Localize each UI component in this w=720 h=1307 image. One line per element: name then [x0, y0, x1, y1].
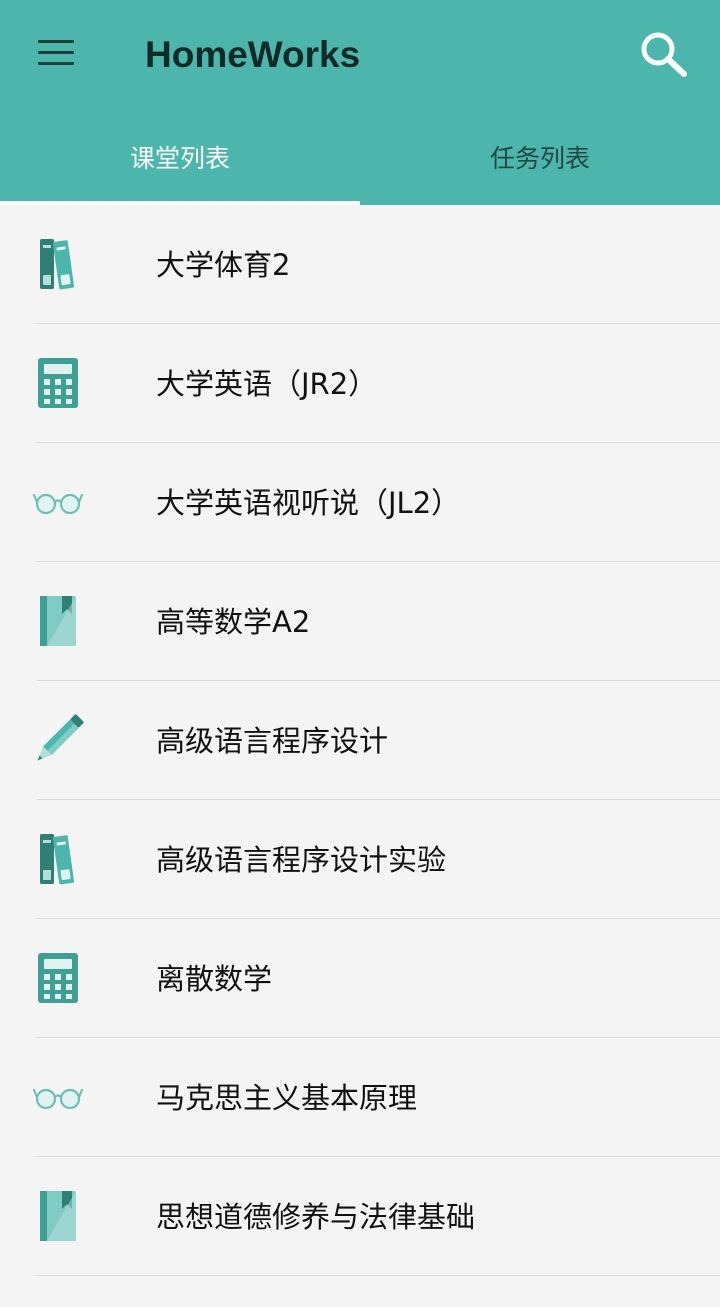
course-list-item[interactable]: 大学英语（JR2） [0, 324, 720, 443]
menu-icon[interactable] [36, 38, 76, 68]
calculator-icon [32, 354, 84, 412]
course-list-item[interactable]: 高级语言程序设计实验 [0, 800, 720, 919]
course-name: 高级语言程序设计实验 [156, 843, 447, 877]
calculator-icon [32, 949, 84, 1007]
course-name: 马克思主义基本原理 [156, 1081, 418, 1115]
course-name: 思想道德修养与法律基础 [156, 1200, 476, 1234]
course-list-item[interactable]: 思想道德修养与法律基础 [0, 1157, 720, 1276]
notebook-icon [32, 592, 84, 650]
course-name: 离散数学 [156, 962, 273, 996]
glasses-icon [32, 1068, 84, 1126]
course-list-item[interactable]: 马克思主义基本原理 [0, 1038, 720, 1157]
course-name: 大学体育2 [156, 248, 291, 282]
books-icon [32, 235, 84, 293]
course-list-item[interactable]: 大学英语视听说（JL2） [0, 443, 720, 562]
app-bar: HomeWorks 课堂列表 任务列表 [0, 0, 720, 205]
search-icon[interactable] [636, 28, 692, 80]
tab-task-list[interactable]: 任务列表 [360, 120, 720, 205]
course-name: 高级语言程序设计 [156, 724, 389, 758]
divider [37, 1275, 720, 1276]
course-list-item[interactable]: 高等数学A2 [0, 562, 720, 681]
glasses-icon [32, 473, 84, 531]
course-name: 大学英语视听说（JL2） [156, 486, 461, 520]
pencil-icon [32, 711, 84, 769]
app-title: HomeWorks [145, 34, 361, 75]
course-name: 大学英语（JR2） [156, 367, 378, 401]
tab-course-list[interactable]: 课堂列表 [0, 120, 360, 205]
course-name: 高等数学A2 [156, 605, 311, 639]
course-list-item[interactable]: 大学体育2 [0, 205, 720, 324]
books-icon [32, 830, 84, 888]
notebook-icon [32, 1187, 84, 1245]
course-list-item[interactable]: 离散数学 [0, 919, 720, 1038]
course-list-item[interactable]: 高级语言程序设计 [0, 681, 720, 800]
tab-bar: 课堂列表 任务列表 [0, 120, 720, 205]
course-list: 大学体育2 大学英语（JR2） 大学英语视听说（JL2） 高等数学A2 高级语言… [0, 205, 720, 1276]
